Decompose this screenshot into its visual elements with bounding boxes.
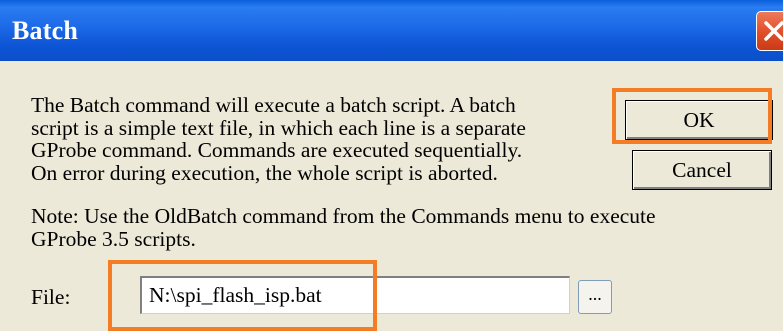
description-text: The Batch command will execute a batch s… <box>31 93 526 185</box>
cancel-button[interactable]: Cancel <box>632 150 772 190</box>
batch-dialog: Batch The Batch command will execute a b… <box>0 0 783 331</box>
file-label: File: <box>31 285 71 309</box>
window-title: Batch <box>12 16 78 45</box>
title-bar[interactable]: Batch <box>0 0 783 61</box>
close-button[interactable] <box>756 11 783 51</box>
ok-button[interactable]: OK <box>625 100 773 140</box>
file-path-input[interactable]: N:\spi_flash_isp.bat <box>140 276 570 314</box>
close-icon <box>764 21 783 41</box>
browse-button[interactable]: ... <box>578 280 612 314</box>
note-text: Note: Use the OldBatch command from the … <box>31 204 656 251</box>
